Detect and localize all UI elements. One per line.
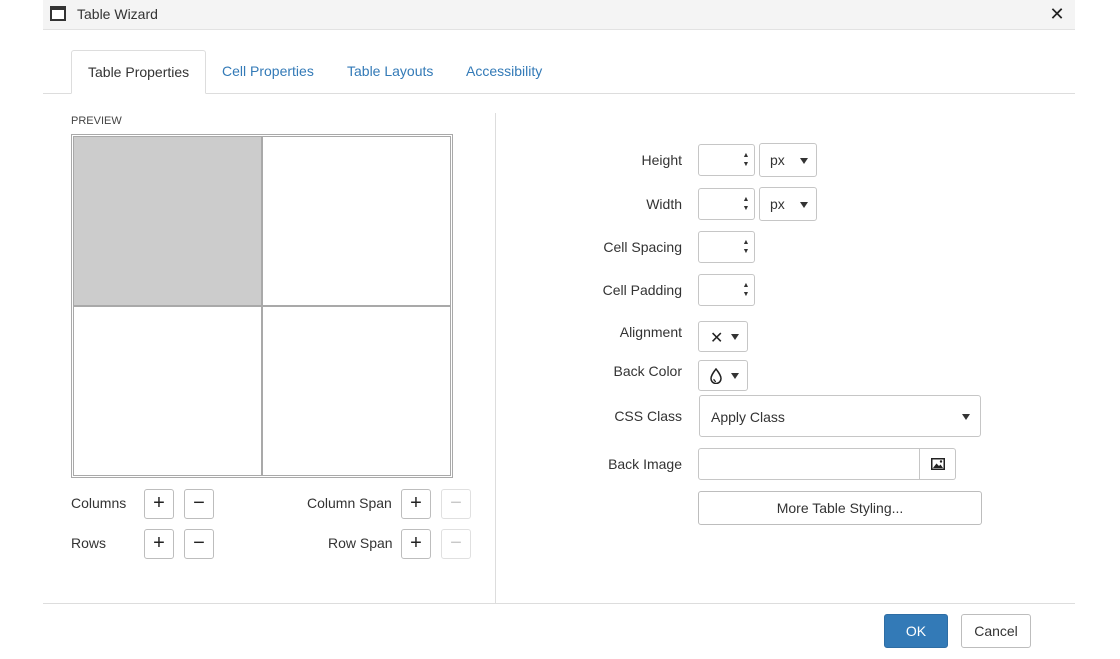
tab-accessibility[interactable]: Accessibility (450, 50, 558, 92)
increase-column-span-button[interactable]: + (401, 489, 431, 519)
dialog-title: Table Wizard (77, 6, 158, 22)
width-input[interactable]: ▲ ▼ (698, 188, 755, 220)
ok-button[interactable]: OK (884, 614, 948, 648)
cell-spacing-input[interactable]: ▲ ▼ (698, 231, 755, 263)
window-icon (50, 6, 66, 21)
rows-label: Rows (71, 535, 107, 551)
spinner-arrows-icon[interactable]: ▲ ▼ (742, 195, 750, 213)
browse-image-button[interactable] (920, 448, 956, 480)
no-alignment-icon: ✕ (710, 330, 724, 347)
decrease-row-span-button[interactable]: − (441, 529, 471, 559)
height-unit-value: px (770, 152, 785, 168)
tab-cell-properties[interactable]: Cell Properties (206, 50, 330, 92)
preview-cell[interactable] (73, 136, 262, 306)
cancel-button[interactable]: Cancel (961, 614, 1031, 648)
preview-cell[interactable] (262, 306, 451, 476)
back-color-label: Back Color (613, 363, 682, 379)
color-drop-icon (710, 368, 722, 384)
cell-padding-input[interactable]: ▲ ▼ (698, 274, 755, 306)
increase-row-span-button[interactable]: + (401, 529, 431, 559)
image-icon (931, 458, 945, 470)
chevron-down-icon (800, 158, 808, 164)
remove-row-button[interactable]: − (184, 529, 214, 559)
height-input[interactable]: ▲ ▼ (698, 144, 755, 176)
chevron-down-icon (731, 334, 739, 340)
preview-cell[interactable] (262, 136, 451, 306)
back-image-input[interactable] (698, 448, 920, 480)
height-unit-select[interactable]: px (759, 143, 817, 177)
title-bar: Table Wizard ✕ (43, 0, 1075, 30)
width-label: Width (646, 196, 682, 212)
column-span-label: Column Span (307, 495, 392, 511)
preview-label: Preview (71, 115, 122, 127)
row-span-label: Row Span (328, 535, 393, 551)
footer-divider (43, 603, 1075, 604)
cell-spacing-label: Cell Spacing (603, 239, 682, 255)
back-color-dropdown[interactable] (698, 360, 748, 391)
vertical-divider (495, 113, 496, 603)
spinner-arrows-icon[interactable]: ▲ ▼ (742, 151, 750, 169)
add-row-button[interactable]: + (144, 529, 174, 559)
chevron-down-icon (731, 373, 739, 379)
height-label: Height (641, 152, 682, 168)
alignment-dropdown[interactable]: ✕ (698, 321, 748, 352)
remove-column-button[interactable]: − (184, 489, 214, 519)
columns-label: Columns (71, 495, 127, 511)
width-unit-value: px (770, 196, 785, 212)
tab-bar: Table Properties Cell Properties Table L… (43, 50, 1075, 94)
css-class-label: CSS Class (614, 408, 682, 424)
chevron-down-icon (800, 202, 808, 208)
back-image-label: Back Image (608, 456, 682, 472)
css-class-select[interactable]: Apply Class (699, 395, 981, 437)
width-unit-select[interactable]: px (759, 187, 817, 221)
chevron-down-icon (962, 414, 970, 420)
decrease-column-span-button[interactable]: − (441, 489, 471, 519)
spinner-arrows-icon[interactable]: ▲ ▼ (742, 238, 750, 256)
tab-table-layouts[interactable]: Table Layouts (331, 50, 449, 92)
close-icon[interactable]: ✕ (1047, 3, 1067, 25)
css-class-value: Apply Class (711, 409, 785, 425)
table-preview (71, 134, 453, 478)
more-table-styling-button[interactable]: More Table Styling... (698, 491, 982, 525)
alignment-label: Alignment (619, 324, 682, 340)
tab-table-properties[interactable]: Table Properties (71, 50, 207, 94)
spinner-arrows-icon[interactable]: ▲ ▼ (742, 281, 750, 299)
cell-padding-label: Cell Padding (602, 282, 682, 298)
add-column-button[interactable]: + (144, 489, 174, 519)
table-wizard-dialog: Table Wizard ✕ Table Properties Cell Pro… (43, 0, 1075, 659)
preview-cell[interactable] (73, 306, 262, 476)
